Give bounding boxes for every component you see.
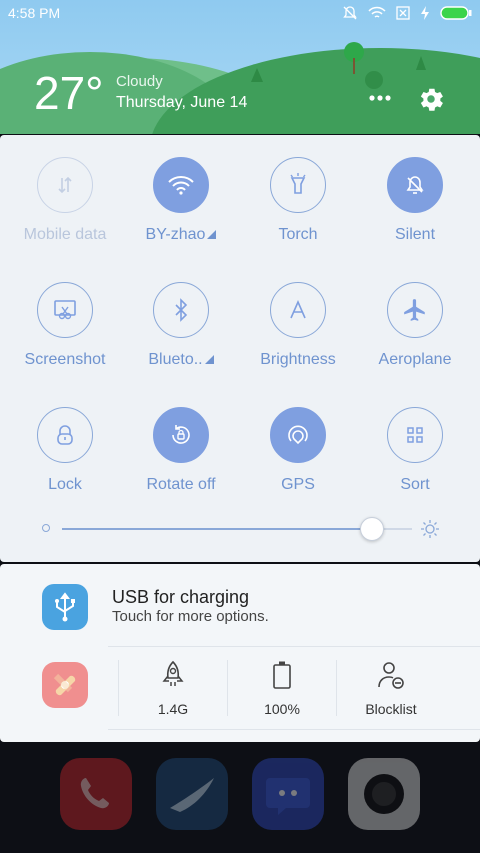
slider-track[interactable] — [62, 528, 408, 530]
gear-icon[interactable] — [416, 84, 446, 114]
brightness-icon — [270, 282, 326, 338]
wifi-status-icon — [368, 6, 386, 18]
rocket-icon — [162, 660, 184, 686]
expand-arrow-icon[interactable] — [207, 230, 217, 239]
tile-label: GPS — [281, 476, 315, 493]
shortcut-label: Blocklist — [365, 701, 417, 717]
brightness-high-icon — [421, 520, 439, 538]
aeroplane-icon — [387, 282, 443, 338]
shortcut-battery[interactable]: 100% — [228, 660, 336, 717]
gps-icon — [270, 407, 326, 463]
bluetooth-label: Blueto.. — [148, 351, 203, 368]
mobile-data-icon — [37, 157, 93, 213]
tile-rotate[interactable]: Rotate off — [123, 407, 239, 494]
tile-silent[interactable]: Silent — [357, 157, 473, 244]
tree-decoration — [344, 42, 426, 89]
status-bar: 4:58 PM — [0, 0, 480, 28]
temperature: 27° — [34, 67, 104, 119]
battery-status-icon — [440, 6, 472, 20]
messages-app-icon[interactable] — [252, 758, 324, 830]
wifi-network-name: BY-zhao — [145, 226, 206, 243]
torch-icon — [270, 157, 326, 213]
status-time: 4:58 PM — [8, 5, 61, 21]
tile-lock[interactable]: Lock — [7, 407, 123, 494]
shortcut-label: 1.4G — [157, 701, 189, 717]
quick-settings-panel: Mobile data BY-zhao Torch Silent Screens… — [0, 135, 480, 562]
tile-brightness[interactable]: Brightness — [240, 282, 356, 369]
tile-label: Torch — [278, 226, 318, 243]
tile-screenshot[interactable]: Screenshot — [7, 282, 123, 369]
shortcut-cleaner[interactable]: 1.4G — [119, 660, 227, 717]
tile-label: Aeroplane — [378, 351, 452, 368]
shortcut-blocklist[interactable]: Blocklist — [337, 660, 445, 717]
bluetooth-icon — [153, 282, 209, 338]
tile-label: Silent — [394, 226, 436, 243]
security-app-icon[interactable] — [42, 662, 88, 708]
tile-label: Lock — [48, 476, 82, 493]
divider — [108, 729, 480, 730]
tile-label: BY-zhao — [123, 226, 239, 244]
weather-condition: Cloudy — [116, 73, 163, 90]
rotate-icon — [153, 407, 209, 463]
tile-label: Sort — [400, 476, 430, 493]
wifi-icon — [153, 157, 209, 213]
notification-subtitle: Touch for more options. — [112, 608, 269, 625]
screenshot-icon — [37, 282, 93, 338]
lock-icon — [37, 407, 93, 463]
silent-status-icon — [343, 6, 357, 20]
tile-bluetooth[interactable]: Blueto.. — [123, 282, 239, 369]
tile-label: Rotate off — [146, 476, 216, 493]
browser-app-icon[interactable] — [156, 758, 228, 830]
slider-knob[interactable] — [360, 517, 384, 541]
tile-wifi[interactable]: BY-zhao — [123, 157, 239, 244]
silent-icon — [387, 157, 443, 213]
camera-app-icon[interactable] — [348, 758, 420, 830]
phone-app-icon[interactable] — [60, 758, 132, 830]
no-sim-icon — [396, 6, 410, 20]
charging-icon — [421, 6, 429, 20]
tile-label: Brightness — [260, 351, 336, 368]
date-label: Thursday, June 14 — [116, 94, 248, 111]
tree-decoration — [251, 68, 263, 82]
tile-label: Blueto.. — [123, 351, 239, 369]
tile-torch[interactable]: Torch — [240, 157, 356, 244]
notification-title: USB for charging — [112, 587, 250, 607]
usb-notification[interactable]: USB for charging Touch for more options.… — [0, 564, 480, 742]
home-dock — [0, 742, 480, 853]
tile-sort[interactable]: Sort — [357, 407, 473, 494]
usb-icon — [42, 584, 88, 630]
divider — [108, 646, 480, 647]
tile-label: Screenshot — [24, 351, 106, 368]
shortcut-label: 100% — [264, 701, 300, 717]
expand-arrow-icon[interactable] — [204, 355, 214, 364]
brightness-slider[interactable] — [40, 517, 440, 541]
blocklist-icon — [378, 662, 404, 689]
sort-icon — [387, 407, 443, 463]
brightness-low-icon — [42, 524, 50, 532]
tile-mobile-data[interactable]: Mobile data — [7, 157, 123, 244]
tile-aeroplane[interactable]: Aeroplane — [357, 282, 473, 369]
tile-label: Mobile data — [23, 226, 107, 243]
weather-header: 4:58 PM 27° Cloudy Thursday, June 14 — [0, 0, 480, 134]
tile-gps[interactable]: GPS — [240, 407, 356, 494]
more-icon[interactable] — [366, 88, 394, 108]
battery-icon — [273, 661, 291, 689]
shortcut-bar: 1.4G 100% Blocklist — [0, 660, 480, 720]
